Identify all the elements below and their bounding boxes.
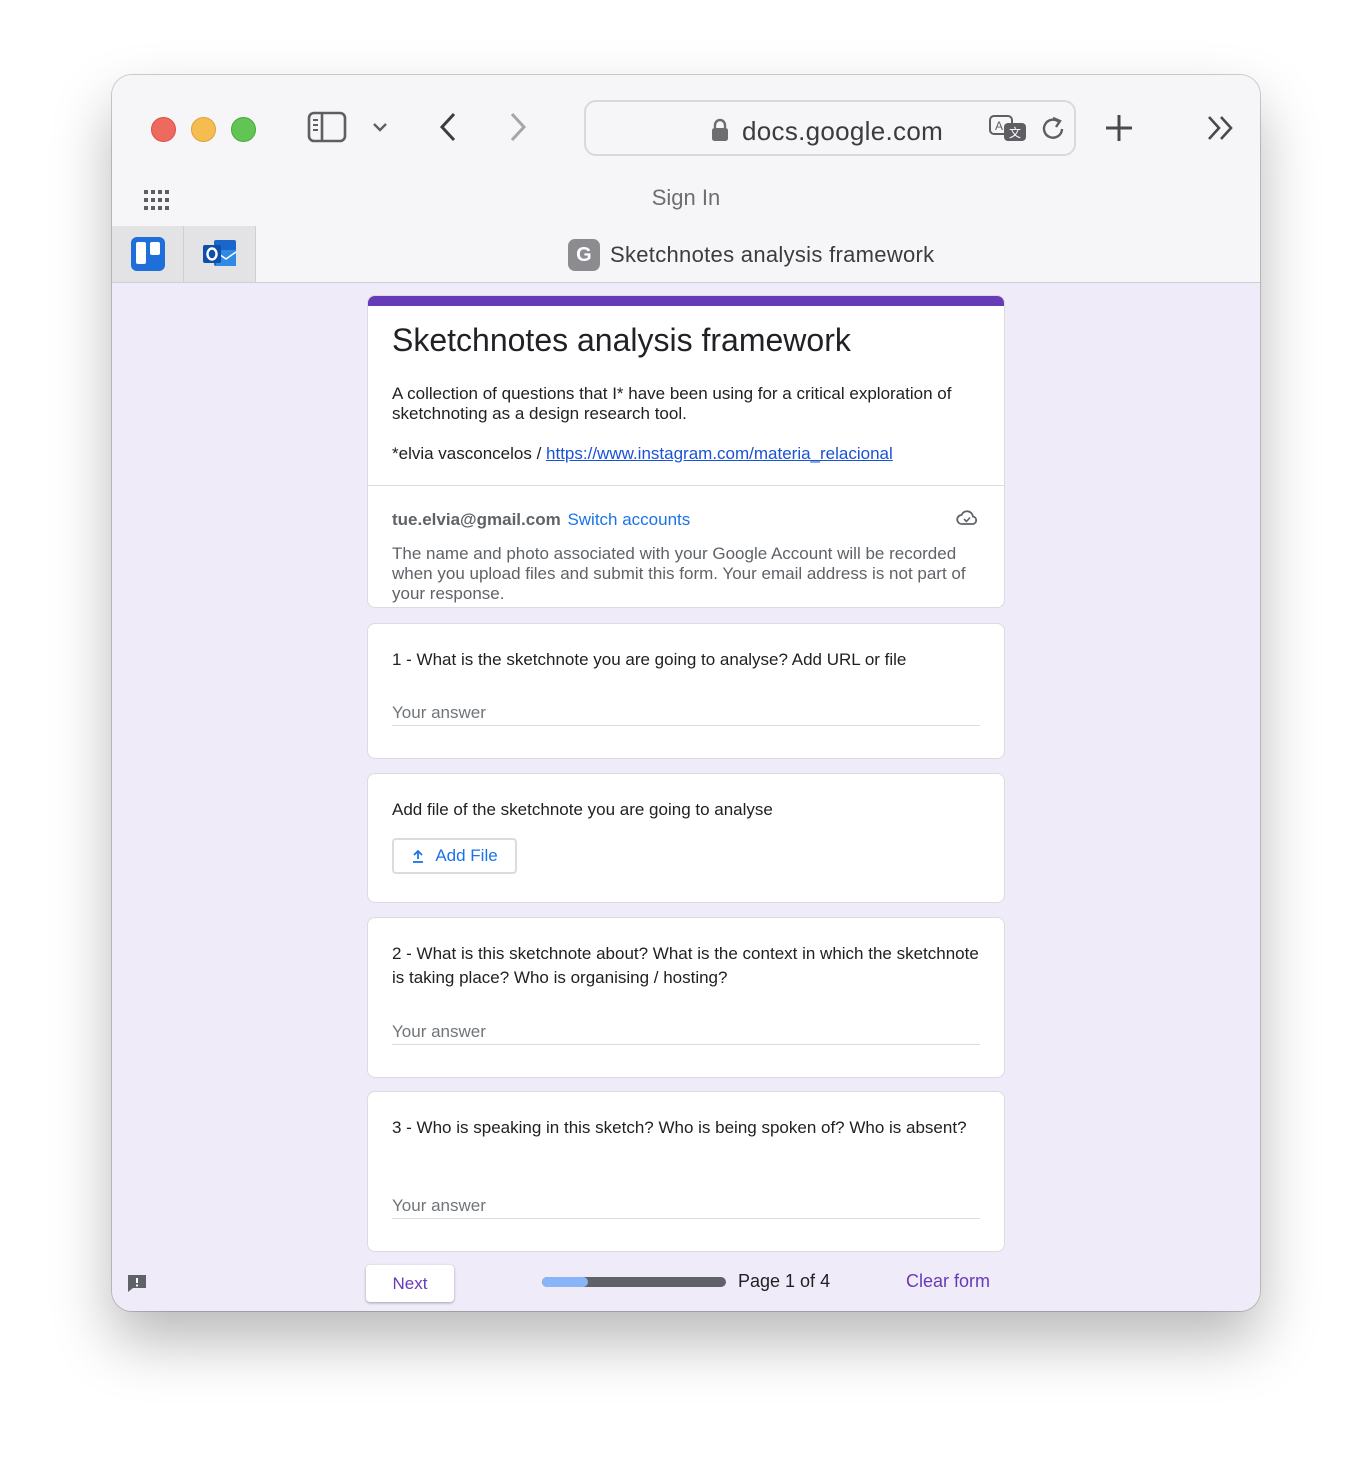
tab-bar: G Sketchnotes analysis framework — [112, 225, 1260, 283]
accent-bar — [368, 296, 1004, 306]
description-text: A collection of questions that I* have b… — [392, 384, 952, 423]
report-problem-icon[interactable] — [126, 1273, 148, 1298]
address-bar[interactable]: docs.google.com A文 — [584, 100, 1076, 156]
add-file-button[interactable]: Add File — [392, 838, 517, 874]
reload-icon[interactable] — [1038, 114, 1068, 144]
browser-toolbar: docs.google.com A文 — [112, 75, 1260, 175]
add-file-label: Add File — [435, 846, 498, 865]
question-card-3: 3 - Who is speaking in this sketch? Who … — [367, 1091, 1005, 1252]
trello-icon — [130, 237, 165, 271]
svg-text:A: A — [995, 119, 1003, 133]
tab-title: Sketchnotes analysis framework — [610, 242, 935, 267]
pinned-tab-outlook[interactable] — [184, 226, 256, 282]
form-header-card: Sketchnotes analysis framework A collect… — [367, 295, 1005, 608]
new-tab-plus-icon[interactable] — [1102, 111, 1136, 145]
pinned-tab-trello[interactable] — [112, 226, 184, 282]
question-text: Add file of the sketchnote you are going… — [392, 800, 773, 819]
progress-bar — [542, 1277, 726, 1287]
question-text: 3 - Who is speaking in this sketch? Who … — [392, 1118, 967, 1137]
more-chevrons-icon[interactable] — [1204, 113, 1238, 143]
chevron-down-icon[interactable] — [368, 117, 392, 137]
browser-window: docs.google.com A文 Sign In G Sketchnotes… — [112, 75, 1260, 1311]
minimize-window-button[interactable] — [191, 117, 216, 142]
account-email: tue.elvia@gmail.com — [392, 510, 561, 529]
answer-input-2[interactable] — [392, 1019, 980, 1045]
switch-accounts-link[interactable]: Switch accounts — [567, 510, 690, 529]
author-link[interactable]: https://www.instagram.com/materia_relaci… — [546, 444, 893, 463]
question-text: 1 - What is the sketchnote you are going… — [392, 650, 907, 669]
favorites-bar: Sign In — [112, 175, 1260, 225]
sign-in-link[interactable]: Sign In — [112, 185, 1260, 211]
outlook-icon — [202, 240, 236, 266]
account-line: tue.elvia@gmail.com Switch accounts — [392, 510, 690, 530]
back-arrow-icon[interactable] — [434, 109, 462, 145]
progress-fill — [542, 1277, 588, 1287]
clear-form-button[interactable]: Clear form — [906, 1271, 990, 1292]
cloud-saved-icon — [956, 510, 978, 531]
forward-arrow-icon[interactable] — [504, 109, 532, 145]
question-card-1: 1 - What is the sketchnote you are going… — [367, 623, 1005, 759]
active-tab[interactable]: G Sketchnotes analysis framework — [568, 239, 934, 271]
google-favicon-icon: G — [568, 239, 600, 271]
file-upload-card: Add file of the sketchnote you are going… — [367, 773, 1005, 903]
answer-input-1[interactable] — [392, 700, 980, 726]
lock-icon — [710, 118, 730, 142]
translate-icon[interactable]: A文 — [988, 114, 1028, 144]
form-description: A collection of questions that I* have b… — [392, 384, 982, 464]
author-prefix: *elvia vasconcelos / — [392, 444, 547, 463]
page-indicator: Page 1 of 4 — [738, 1271, 831, 1291]
form-title: Sketchnotes analysis framework — [392, 322, 851, 358]
next-button[interactable]: Next — [366, 1265, 454, 1302]
account-note: The name and photo associated with your … — [392, 544, 966, 603]
url-text: docs.google.com — [742, 116, 944, 146]
question-text: 2 - What is this sketchnote about? What … — [392, 944, 979, 987]
svg-text:文: 文 — [1009, 125, 1021, 140]
sidebar-toggle-icon[interactable] — [306, 109, 348, 145]
answer-input-3[interactable] — [392, 1193, 980, 1219]
question-card-2: 2 - What is this sketchnote about? What … — [367, 917, 1005, 1078]
upload-icon — [413, 849, 424, 863]
zoom-window-button[interactable] — [231, 117, 256, 142]
divider — [368, 485, 1004, 486]
close-window-button[interactable] — [151, 117, 176, 142]
page-content: Sketchnotes analysis framework A collect… — [112, 283, 1260, 1311]
